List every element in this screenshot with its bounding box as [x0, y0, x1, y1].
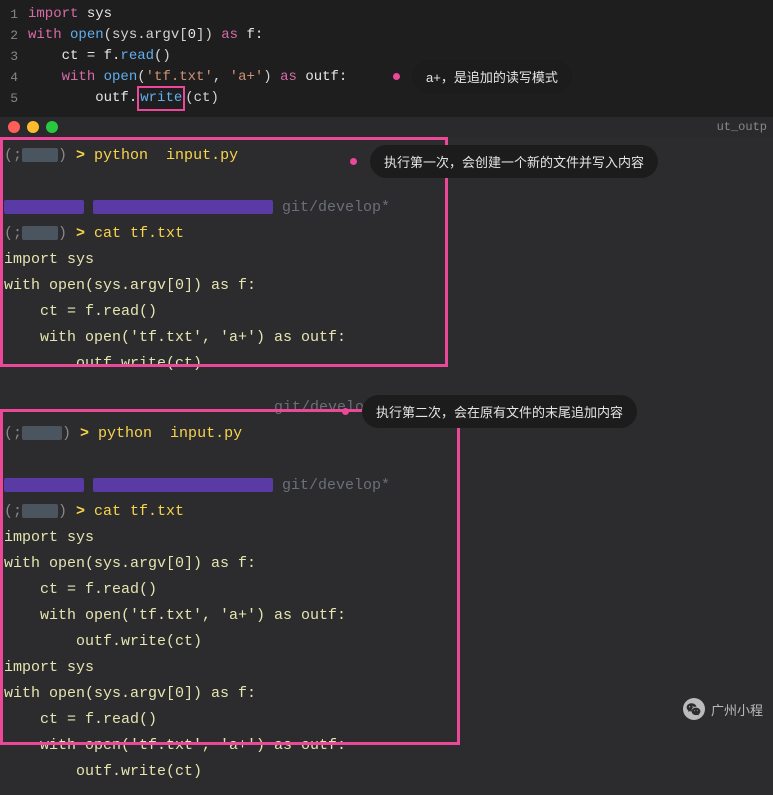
- output-line: ct = f.read(): [0, 577, 773, 603]
- code-content: with open('tf.txt', 'a+') as outf:: [28, 67, 347, 88]
- output-line: with open('tf.txt', 'a+') as outf:: [0, 733, 773, 759]
- output-line: outf.write(ct): [0, 759, 773, 785]
- code-content: import sys: [28, 4, 112, 25]
- wechat-watermark: 广州小程: [683, 698, 763, 720]
- output-line: outf.write(ct): [0, 351, 773, 377]
- code-line[interactable]: 5 outf.write(ct): [0, 88, 773, 109]
- code-line[interactable]: 4 with open('tf.txt', 'a+') as outf:: [0, 67, 773, 88]
- line-number: 3: [0, 46, 18, 67]
- wechat-icon: [683, 698, 705, 720]
- wechat-label: 广州小程: [711, 700, 763, 719]
- line-number: 1: [0, 4, 18, 25]
- annotation-bullet-2: [350, 158, 357, 165]
- annotation-bullet-1: [393, 73, 400, 80]
- blank-line: [0, 447, 773, 473]
- output-line: ct = f.read(): [0, 299, 773, 325]
- code-line[interactable]: 1 import sys: [0, 4, 773, 25]
- output-line: with open('tf.txt', 'a+') as outf:: [0, 603, 773, 629]
- line-number: 2: [0, 25, 18, 46]
- output-line: ct = f.read(): [0, 707, 773, 733]
- code-line[interactable]: 3 ct = f.read(): [0, 46, 773, 67]
- code-content: ct = f.read(): [28, 46, 171, 67]
- git-status-line: git/develop*: [0, 195, 773, 221]
- code-line[interactable]: 2 with open(sys.argv[0]) as f:: [0, 25, 773, 46]
- maximize-icon[interactable]: [46, 121, 58, 133]
- highlighted-method: write: [137, 86, 185, 111]
- output-line: with open(sys.argv[0]) as f:: [0, 681, 773, 707]
- window-titlebar: ut_outp: [0, 117, 773, 137]
- annotation-bullet-3: [342, 408, 349, 415]
- output-line: with open(sys.argv[0]) as f:: [0, 273, 773, 299]
- git-status-line: git/develop*: [0, 473, 773, 499]
- terminal-block-2: git/develop*(;) > python input.py git/de…: [0, 389, 773, 795]
- prompt-line[interactable]: (;) > cat tf.txt: [0, 221, 773, 247]
- annotation-second-run: 执行第二次，会在原有文件的末尾追加内容: [362, 395, 637, 428]
- annotation-first-run: 执行第一次，会创建一个新的文件并写入内容: [370, 145, 658, 178]
- close-icon[interactable]: [8, 121, 20, 133]
- output-line: import sys: [0, 655, 773, 681]
- line-number: 4: [0, 67, 18, 88]
- annotation-append-mode: a+，是追加的读写模式: [412, 60, 572, 93]
- output-line: import sys: [0, 247, 773, 273]
- prompt-line[interactable]: (;) > cat tf.txt: [0, 499, 773, 525]
- output-line: import sys: [0, 525, 773, 551]
- window-title-fragment: ut_outp: [717, 120, 767, 134]
- output-line: outf.write(ct): [0, 629, 773, 655]
- code-content: with open(sys.argv[0]) as f:: [28, 25, 263, 46]
- output-line: with open(sys.argv[0]) as f:: [0, 551, 773, 577]
- output-line: with open('tf.txt', 'a+') as outf:: [0, 325, 773, 351]
- editor-pane: 1 import sys 2 with open(sys.argv[0]) as f:…: [0, 0, 773, 117]
- line-number: 5: [0, 88, 18, 109]
- code-content: outf.write(ct): [28, 88, 219, 109]
- minimize-icon[interactable]: [27, 121, 39, 133]
